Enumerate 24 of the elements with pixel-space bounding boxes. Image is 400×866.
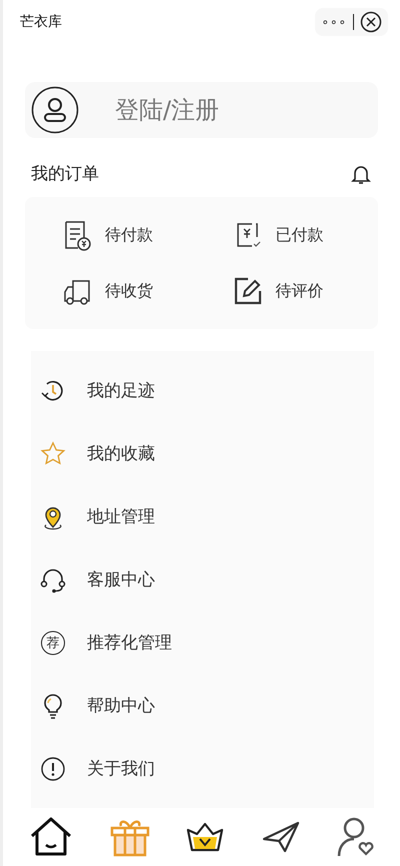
menu-item[interactable]: 荐 推荐化管理 <box>31 611 374 674</box>
order-status-item[interactable]: 已付款 <box>202 207 378 263</box>
menu-item[interactable]: 关于我们 <box>31 737 374 800</box>
order-status-item[interactable]: 待付款 <box>25 207 202 263</box>
avatar-icon <box>31 86 79 134</box>
menu-item[interactable]: 我的收藏 <box>31 422 374 485</box>
profile-icon[interactable] <box>336 816 376 858</box>
order-status-item[interactable]: 待评价 <box>202 263 378 319</box>
star-icon <box>39 440 67 468</box>
order-status-item[interactable]: 待收货 <box>25 263 202 319</box>
more-icon[interactable]: ∘∘∘ <box>321 15 347 29</box>
info-icon <box>39 754 67 782</box>
send-icon[interactable] <box>260 819 301 855</box>
close-icon[interactable] <box>360 11 382 33</box>
menu-item[interactable]: 客服中心 <box>31 548 374 611</box>
menu-item[interactable]: 帮助中心 <box>31 674 374 737</box>
crown-icon[interactable] <box>185 820 226 854</box>
menu-item[interactable]: 我的足迹 <box>31 359 374 422</box>
login-card[interactable]: 登陆/注册 <box>25 82 378 138</box>
section-title: 我的订单 <box>31 163 99 185</box>
capsule-menu[interactable]: ∘∘∘ <box>315 8 388 36</box>
app-title: 芒衣库 <box>20 13 62 31</box>
menu-item[interactable]: 地址管理 <box>31 485 374 548</box>
badge-icon: 荐 <box>41 630 65 654</box>
